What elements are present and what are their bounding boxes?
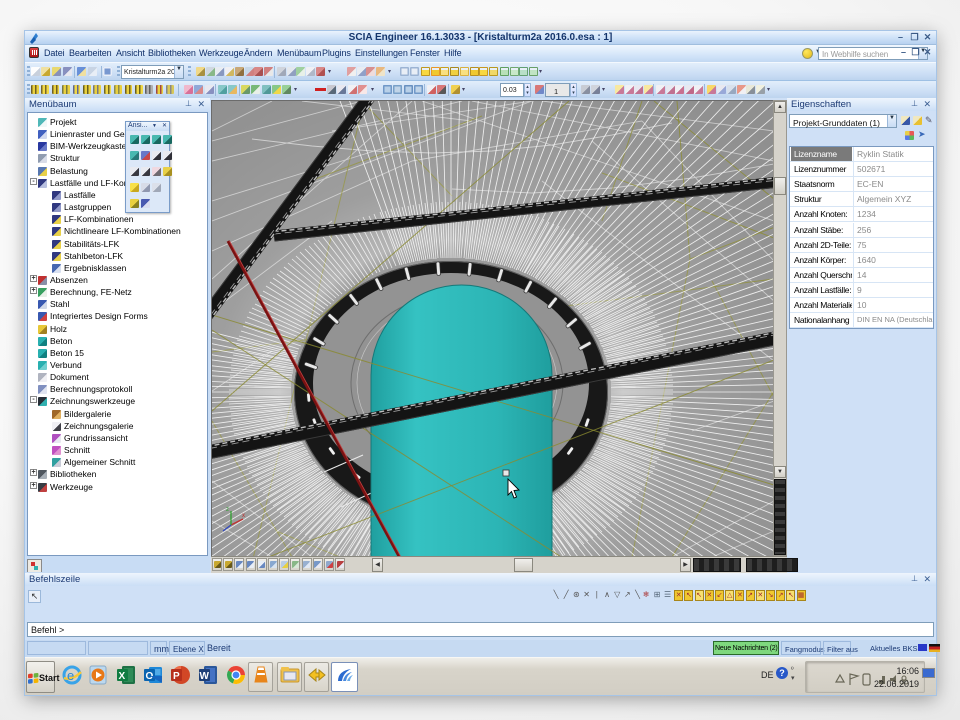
svg-text:P: P (173, 671, 180, 682)
svg-text:W: W (200, 671, 210, 682)
svg-text:x: x (242, 513, 245, 519)
svg-text:e: e (67, 668, 74, 683)
svg-text:X: X (119, 671, 126, 682)
svg-text:z: z (226, 507, 229, 513)
